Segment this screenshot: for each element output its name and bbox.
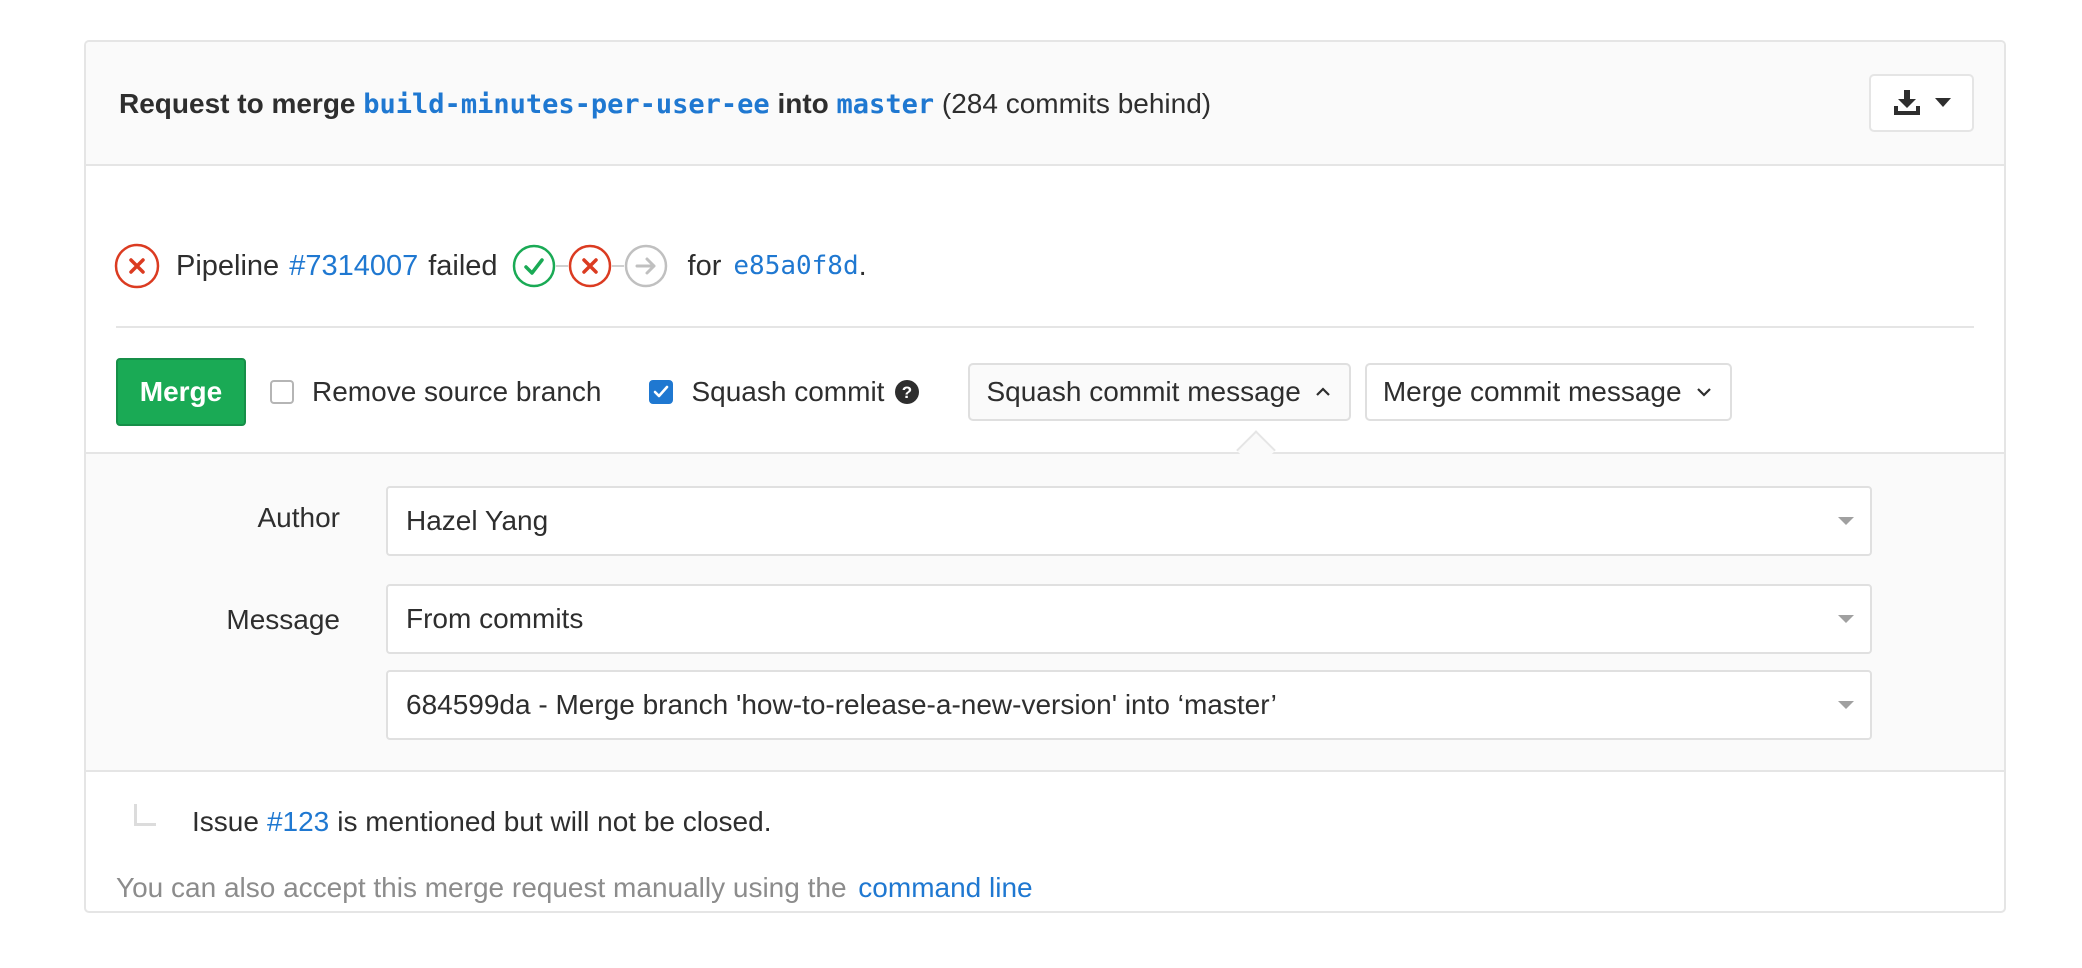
pipeline-label: Pipeline xyxy=(176,249,280,282)
message-label: Message xyxy=(226,604,340,635)
command-line-text: You can also accept this merge request m… xyxy=(116,872,847,903)
message-commit-caret-icon xyxy=(1838,701,1854,709)
stage-skipped-arrow-right-icon[interactable] xyxy=(624,244,668,288)
squash-commit-checkbox[interactable] xyxy=(649,380,674,404)
merge-commit-message-toggle[interactable]: Merge commit message xyxy=(1364,363,1732,421)
pipeline-status-row: Pipeline #7314007 failed for e85a0f8d . xyxy=(114,242,867,290)
message-source-caret-icon xyxy=(1838,615,1854,623)
command-line-hint: You can also accept this merge request m… xyxy=(116,872,1033,904)
download-icon xyxy=(1893,90,1920,115)
message-commit-select[interactable]: 684599da - Merge branch 'how-to-release-… xyxy=(386,670,1872,740)
caret-down-icon xyxy=(1934,98,1951,107)
question-circle-icon[interactable]: ? xyxy=(894,379,920,405)
target-branch-link[interactable]: master xyxy=(837,89,935,120)
author-label: Author xyxy=(257,502,341,533)
header-into: into xyxy=(777,88,829,119)
command-line-link[interactable]: command line xyxy=(858,872,1032,903)
merge-actions-row: Merge Remove source branch Squash commit… xyxy=(116,358,1974,426)
stage-failed-close-icon[interactable] xyxy=(568,244,612,288)
source-branch-link[interactable]: build-minutes-per-user-ee xyxy=(363,89,769,120)
pipeline-for-text: for xyxy=(687,249,722,282)
squash-commit-form: Author Hazel Yang Message From commits 6… xyxy=(86,452,2004,772)
ci-failed-icon[interactable] xyxy=(114,243,160,289)
download-dropdown-button[interactable] xyxy=(1869,74,1974,132)
pipeline-period: . xyxy=(858,249,867,282)
message-commit-value: 684599da - Merge branch 'how-to-release-… xyxy=(406,689,1277,720)
message-source-select[interactable]: From commits xyxy=(386,584,1872,654)
tree-elbow-icon xyxy=(134,804,156,826)
chevron-up-icon xyxy=(1316,387,1330,396)
pipeline-id-link[interactable]: #7314007 xyxy=(289,250,418,283)
author-dropdown-caret-icon xyxy=(1838,517,1854,525)
header-prefix: Request to merge xyxy=(119,88,356,119)
merge-request-summary: Request to merge build-minutes-per-user-… xyxy=(119,86,1211,123)
pipeline-mini-graph xyxy=(512,244,668,288)
related-issues-row: Issue #123 is mentioned but will not be … xyxy=(134,804,772,838)
commits-behind: (284 commits behind) xyxy=(941,88,1212,119)
squash-commit-option[interactable]: Squash commit ? xyxy=(649,376,920,408)
merge-request-widget: Request to merge build-minutes-per-user-… xyxy=(84,40,2006,913)
checkmark-icon xyxy=(654,385,669,398)
author-select[interactable]: Hazel Yang xyxy=(386,486,1872,556)
issue-prefix: Issue xyxy=(192,806,259,837)
merge-commit-message-label: Merge commit message xyxy=(1382,376,1682,407)
section-divider xyxy=(116,326,1974,328)
svg-text:?: ? xyxy=(902,383,912,402)
commit-sha-link[interactable]: e85a0f8d xyxy=(733,251,858,281)
remove-source-branch-label: Remove source branch xyxy=(312,376,602,407)
pipeline-status-text: failed xyxy=(428,249,498,282)
mr-widget-header: Request to merge build-minutes-per-user-… xyxy=(86,42,2004,166)
stage-success-check-icon[interactable] xyxy=(512,244,556,288)
squash-commit-message-toggle[interactable]: Squash commit message xyxy=(968,363,1351,421)
merge-button[interactable]: Merge xyxy=(116,358,246,426)
author-value: Hazel Yang xyxy=(406,505,549,536)
remove-source-branch-checkbox[interactable] xyxy=(270,380,294,404)
remove-source-branch-option[interactable]: Remove source branch xyxy=(270,376,601,408)
squash-commit-label: Squash commit xyxy=(691,376,885,407)
squash-commit-message-label: Squash commit message xyxy=(986,376,1301,407)
issue-link[interactable]: #123 xyxy=(267,806,329,838)
chevron-down-icon xyxy=(1696,388,1711,397)
message-source-value: From commits xyxy=(406,603,584,634)
stage-connector xyxy=(611,265,624,267)
stage-connector xyxy=(555,265,568,267)
issue-suffix: is mentioned but will not be closed. xyxy=(337,806,772,837)
